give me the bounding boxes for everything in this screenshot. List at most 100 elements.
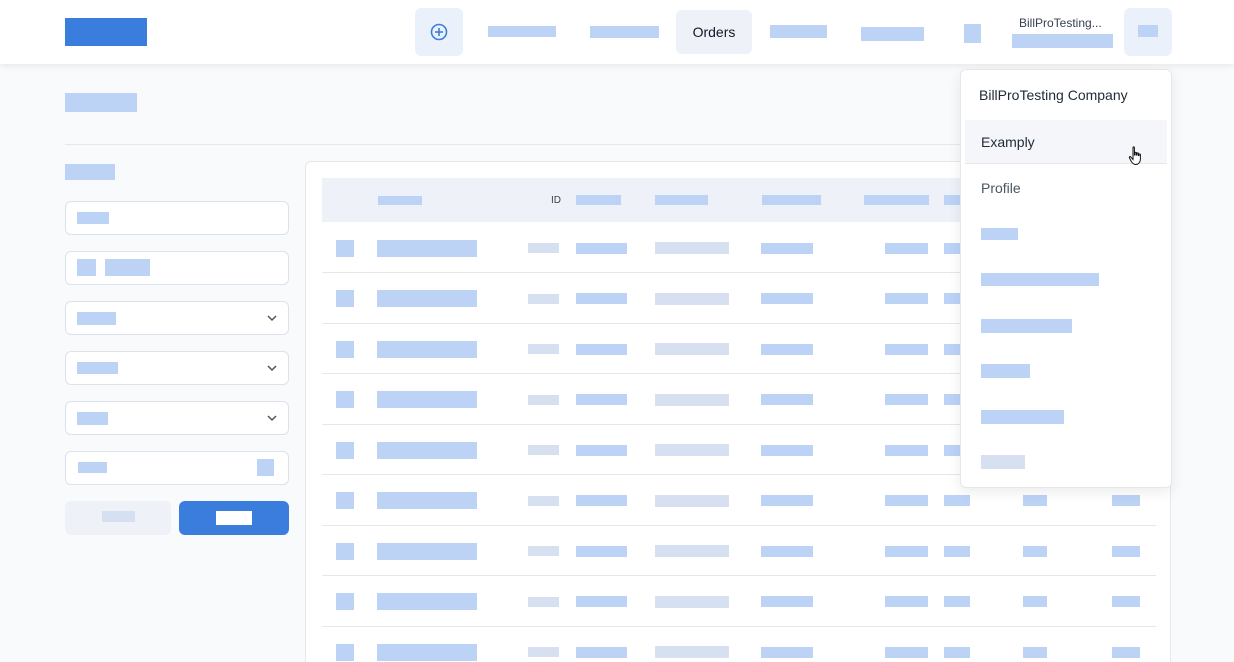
table-cell: [761, 646, 813, 658]
table-cell: [885, 394, 928, 405]
column-header-id[interactable]: ID: [551, 195, 561, 206]
menu-item-profile[interactable]: Profile: [981, 180, 1021, 196]
row-checkbox[interactable]: [336, 593, 354, 610]
select-value: [77, 412, 108, 425]
table-cell: [944, 646, 970, 658]
table-row[interactable]: [322, 526, 1156, 576]
filter-select[interactable]: [65, 401, 289, 435]
table-cell: [377, 643, 477, 661]
filter-search-input[interactable]: [65, 251, 289, 285]
app-logo[interactable]: [65, 18, 147, 46]
table-cell: [528, 344, 559, 354]
nav-item[interactable]: [861, 27, 924, 41]
table-cell: [377, 391, 477, 408]
calendar-icon[interactable]: [257, 459, 274, 476]
plus-circle-icon: [430, 23, 448, 41]
filters-heading: [65, 164, 115, 180]
table-cell: [655, 595, 729, 608]
table-cell: [377, 593, 477, 610]
row-checkbox[interactable]: [336, 542, 354, 560]
table-cell: [576, 394, 627, 405]
nav-item[interactable]: [488, 26, 556, 37]
menu-item[interactable]: [981, 364, 1030, 378]
menu-item[interactable]: [981, 273, 1099, 286]
row-checkbox[interactable]: [336, 492, 354, 509]
table-cell: [1112, 646, 1140, 658]
table-cell: [655, 343, 729, 355]
select-value: [77, 362, 118, 374]
table-cell: [528, 445, 559, 455]
menu-item[interactable]: [981, 455, 1025, 469]
nav-item[interactable]: [590, 26, 659, 38]
menu-item[interactable]: [981, 228, 1018, 240]
filter-select[interactable]: [65, 301, 289, 335]
add-new-button[interactable]: [415, 8, 463, 56]
table-cell: [528, 293, 559, 304]
table-cell: [528, 647, 559, 657]
table-cell: [944, 495, 970, 506]
table-cell: [885, 646, 928, 658]
table-row[interactable]: [322, 627, 1156, 662]
table-cell: [528, 495, 559, 506]
table-cell: [655, 242, 729, 254]
company-switcher-label[interactable]: BillProTesting...: [1019, 16, 1119, 30]
menu-item[interactable]: [981, 319, 1072, 333]
table-cell: [1112, 495, 1140, 506]
row-checkbox[interactable]: [336, 643, 354, 661]
table-cell: [761, 444, 813, 456]
filter-select[interactable]: [65, 351, 289, 385]
table-cell: [761, 596, 813, 607]
table-cell: [761, 293, 813, 304]
input-placeholder: [77, 212, 109, 224]
apply-button[interactable]: [179, 501, 289, 535]
table-cell: [576, 596, 627, 607]
user-name-placeholder: [1012, 34, 1113, 48]
table-cell: [576, 343, 627, 355]
column-header[interactable]: [378, 196, 422, 205]
menu-item[interactable]: [981, 410, 1064, 424]
column-header[interactable]: [655, 195, 708, 205]
row-checkbox[interactable]: [336, 391, 354, 408]
row-checkbox[interactable]: [336, 340, 354, 358]
table-cell: [655, 545, 729, 557]
table-cell: [377, 542, 477, 560]
menu-item-label: Examply: [981, 134, 1035, 150]
menu-company-name: BillProTesting Company: [979, 87, 1128, 103]
input-placeholder: [78, 462, 107, 473]
table-cell: [944, 545, 970, 557]
table-cell: [885, 444, 928, 456]
table-cell: [1023, 495, 1047, 506]
reset-label: [102, 511, 135, 522]
table-cell: [944, 596, 970, 607]
user-menu-button[interactable]: [1124, 8, 1172, 56]
table-cell: [576, 495, 627, 506]
user-avatar-icon: [1138, 25, 1158, 37]
nav-item[interactable]: [770, 25, 827, 38]
column-header[interactable]: [576, 195, 621, 205]
account-dropdown-menu: BillProTesting Company Examply Profile: [960, 69, 1172, 488]
table-cell: [655, 393, 729, 406]
column-header[interactable]: [762, 195, 821, 205]
column-header[interactable]: [864, 195, 929, 205]
table-cell: [885, 596, 928, 607]
filter-text-input[interactable]: [65, 201, 289, 235]
table-cell: [655, 444, 729, 456]
table-cell: [885, 545, 928, 557]
table-cell: [1112, 596, 1140, 607]
table-cell: [576, 646, 627, 658]
notification-icon[interactable]: [964, 24, 981, 43]
table-cell: [761, 495, 813, 506]
table-row[interactable]: [322, 577, 1156, 627]
select-value: [77, 312, 116, 325]
table-cell: [377, 239, 477, 257]
row-checkbox[interactable]: [336, 441, 354, 459]
table-cell: [655, 292, 729, 305]
row-checkbox[interactable]: [336, 239, 354, 257]
row-checkbox[interactable]: [336, 290, 354, 307]
filter-date-input[interactable]: [65, 451, 289, 485]
reset-button[interactable]: [65, 501, 171, 535]
table-cell: [761, 343, 813, 355]
table-cell: [885, 343, 928, 355]
nav-item-orders[interactable]: Orders: [676, 10, 752, 54]
chevron-down-icon: [267, 315, 277, 322]
